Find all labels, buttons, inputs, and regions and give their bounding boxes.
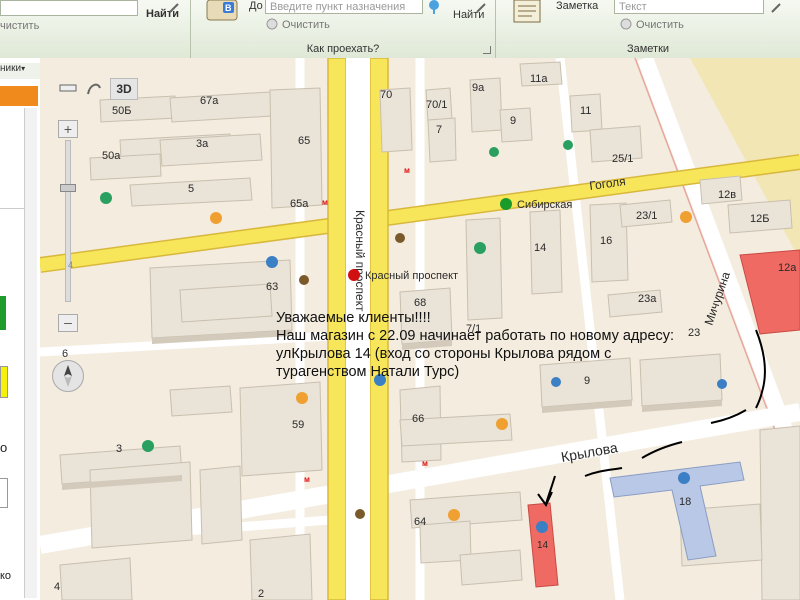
left-dropdown-label: ники [0, 63, 22, 74]
svg-text:23а: 23а [638, 293, 657, 305]
panel-scrollbar[interactable] [24, 108, 37, 598]
route-to-label: До [249, 0, 263, 12]
note-text-input[interactable]: Текст [614, 0, 764, 14]
svg-text:64: 64 [414, 516, 426, 528]
svg-text:м: м [322, 198, 328, 207]
svg-text:25/1: 25/1 [612, 153, 633, 165]
svg-text:70/1: 70/1 [426, 99, 447, 111]
svg-text:14: 14 [537, 540, 549, 551]
svg-text:66: 66 [412, 413, 424, 425]
notice-line-4: турагенством Натали Турс) [276, 364, 460, 380]
note-tool-icon[interactable] [770, 0, 784, 14]
zoom-control[interactable]: + 4 – [58, 120, 78, 340]
clear-icon [266, 18, 278, 30]
svg-text:11: 11 [580, 105, 591, 117]
svg-text:65а: 65а [290, 198, 309, 210]
notice-line-1: Уважаемые клиенты!!!! [276, 310, 431, 326]
svg-text:12а: 12а [778, 262, 797, 274]
metro-sibirskaya-label: Сибирская [517, 199, 572, 211]
svg-text:11а: 11а [530, 73, 548, 85]
note-icon[interactable] [510, 0, 544, 24]
search-input[interactable] [0, 0, 138, 16]
route-group: B До Введите пункт назначения Найти Очис… [191, 0, 495, 58]
svg-text:59: 59 [292, 419, 304, 431]
search-clear-button[interactable]: чистить [0, 20, 39, 32]
ribbon-toolbar: Найти чистить B До Введите пункт назначе… [0, 0, 800, 59]
panel-border-line [0, 208, 24, 209]
metro-krasny-prospekt-label: Красный проспект [365, 270, 458, 282]
route-book-icon[interactable]: B [205, 0, 239, 24]
note-clear-button[interactable]: Очистить [636, 19, 684, 31]
zoom-in-button[interactable]: + [58, 120, 78, 138]
svg-text:4: 4 [54, 581, 60, 593]
left-panel: ники▾ о ко [0, 58, 41, 600]
svg-text:65: 65 [298, 135, 310, 147]
svg-text:67а: 67а [200, 95, 219, 107]
svg-text:3а: 3а [196, 138, 209, 150]
green-block [0, 296, 6, 330]
svg-text:12в: 12в [718, 189, 736, 201]
svg-text:16: 16 [600, 235, 612, 247]
svg-text:70: 70 [380, 89, 392, 101]
zoom-track[interactable] [65, 140, 71, 302]
3d-button[interactable]: 3D [110, 78, 138, 100]
zoom-level: 6 [62, 348, 69, 360]
yellow-block [0, 366, 8, 398]
metro-sibirskaya-icon [500, 198, 512, 210]
route-clear-button[interactable]: Очистить [282, 19, 330, 31]
svg-text:м: м [404, 166, 410, 175]
svg-text:68: 68 [414, 297, 426, 309]
svg-text:50Б: 50Б [112, 105, 131, 117]
left-panel-text: о [0, 440, 8, 455]
clear-icon [620, 18, 632, 30]
left-panel-text: ко [0, 570, 12, 582]
search-group: Найти чистить [0, 0, 190, 58]
svg-text:12Б: 12Б [750, 213, 769, 225]
compass-needle-icon [64, 365, 72, 387]
notice-line-3: улКрылова 14 (вход со стороны Крылова ря… [276, 346, 612, 362]
search-icon [169, 3, 179, 13]
svg-text:50а: 50а [102, 150, 121, 162]
notice-text: Уважаемые клиенты!!!! Наш магазин с 22.0… [276, 309, 736, 381]
note-label: Заметка [556, 0, 599, 12]
left-panel-box [0, 478, 8, 508]
street-label-krasny-prospekt: Красный проспект [353, 210, 367, 312]
svg-text:18: 18 [679, 496, 691, 508]
notice-line-2: Наш магазин с 22.09 начинает работать по… [276, 328, 675, 344]
zoom-scale-label: 4 [68, 260, 74, 270]
svg-text:м: м [422, 459, 428, 468]
svg-text:7: 7 [436, 124, 442, 136]
sketch-icon[interactable] [84, 78, 104, 98]
svg-text:63: 63 [266, 281, 278, 293]
orange-tab[interactable] [0, 86, 38, 106]
svg-text:B: B [225, 3, 232, 13]
ruler-icon[interactable] [58, 80, 78, 96]
route-group-label: Как проехать? [306, 43, 380, 55]
svg-text:3: 3 [116, 443, 122, 455]
svg-text:9: 9 [510, 115, 516, 127]
svg-text:9а: 9а [472, 82, 485, 94]
zoom-out-button[interactable]: – [58, 314, 78, 332]
zoom-handle[interactable] [60, 184, 76, 192]
route-expand-icon[interactable] [483, 46, 491, 54]
svg-text:5: 5 [188, 183, 194, 195]
destination-input[interactable]: Введите пункт назначения [265, 0, 423, 14]
svg-text:23/1: 23/1 [636, 210, 657, 222]
notes-group-label: Заметки [626, 43, 670, 55]
metro-krasny-prospekt-icon [348, 269, 360, 281]
svg-text:14: 14 [534, 242, 546, 254]
svg-text:2: 2 [258, 588, 264, 600]
route-find-icon [476, 3, 486, 13]
left-dropdown[interactable]: ники▾ [0, 63, 40, 79]
svg-text:м: м [304, 475, 310, 484]
map-controls: 3D [50, 76, 140, 106]
pin-icon[interactable] [427, 0, 441, 14]
notes-group: Заметка Текст Очистить Заметки [496, 0, 800, 58]
compass[interactable] [52, 360, 84, 392]
